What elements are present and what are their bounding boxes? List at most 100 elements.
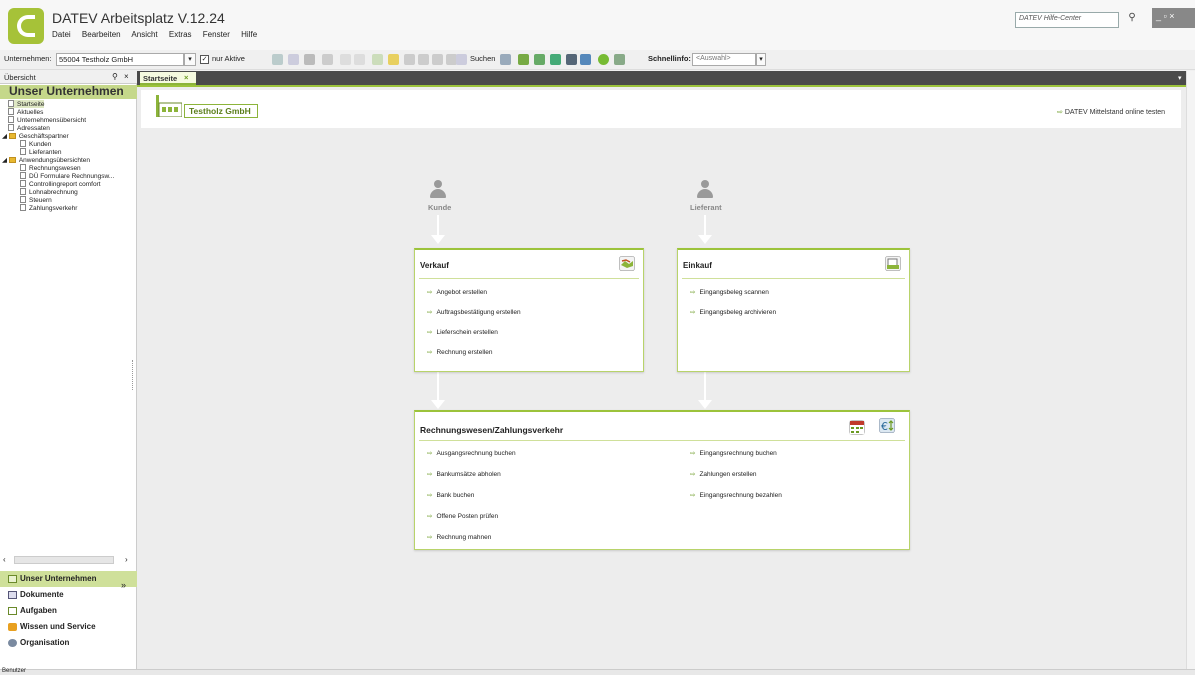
table-icon[interactable] <box>849 420 865 435</box>
nav-organisation[interactable]: Organisation <box>0 635 137 651</box>
menu-hilfe[interactable]: Hilfe <box>241 30 257 39</box>
link-eingangsbeleg-archivieren[interactable]: ⇨ Eingangsbeleg archivieren <box>690 308 776 316</box>
verkauf-panel: Verkauf ⇨ Angebot erstellen ⇨ Auftragsbest… <box>414 248 644 372</box>
link-rechnung-erstellen[interactable]: ⇨ Rechnung erstellen <box>427 348 492 356</box>
online-test-link[interactable]: ⇨ DATEV Mittelstand online testen <box>1057 108 1165 116</box>
arrow-right-icon: ⇨ <box>427 349 433 356</box>
section-title: Unser Unternehmen <box>9 84 124 98</box>
tree-icon[interactable] <box>388 54 399 65</box>
page-icon <box>8 124 14 131</box>
tree-item-adressaten[interactable]: Adressaten <box>8 124 50 132</box>
menu-fenster[interactable]: Fenster <box>203 30 230 39</box>
tree-item-lieferanten[interactable]: Lieferanten <box>20 148 62 156</box>
scrollbar-thumb[interactable] <box>14 556 114 564</box>
euro-transfer-icon[interactable]: € <box>879 418 895 433</box>
export-icon[interactable] <box>614 54 625 65</box>
nur-aktive-checkbox[interactable]: ✓ <box>200 55 209 64</box>
toolbar: Unternehmen: 55004 Testholz GmbH ▾ ✓ nur… <box>0 50 1195 70</box>
company-select[interactable]: 55004 Testholz GmbH <box>56 53 184 66</box>
help-icon[interactable] <box>598 54 609 65</box>
tree-item-aktuelles[interactable]: Aktuelles <box>8 108 43 116</box>
tree-item-due-formulare[interactable]: DÜ Formulare Rechnungsw... <box>20 172 114 180</box>
nav-wissen-und-service[interactable]: Wissen und Service <box>0 619 137 635</box>
left-panel: Übersicht ⚲ × Unser Unternehmen Startsei… <box>0 71 137 669</box>
save-icon[interactable] <box>304 54 315 65</box>
menu-extras[interactable]: Extras <box>169 30 192 39</box>
link-eingangsrechnung-bezahlen[interactable]: ⇨ Eingangsrechnung bezahlen <box>690 491 782 499</box>
chevron-down-icon[interactable]: ▾ <box>756 53 766 66</box>
help-search-input[interactable]: DATEV Hilfe-Center <box>1015 12 1119 28</box>
link-bank-buchen[interactable]: ⇨ Bank buchen <box>427 491 474 499</box>
menu-bar: Datei Bearbeiten Ansicht Extras Fenster … <box>52 30 266 39</box>
window-icon[interactable] <box>372 54 383 65</box>
chevron-down-icon[interactable]: ▾ <box>184 53 196 66</box>
link-bankumsaetze-abholen[interactable]: ⇨ Bankumsätze abholen <box>427 470 501 478</box>
scanner-icon[interactable] <box>885 256 901 271</box>
company-name-box: Testholz GmbH <box>184 104 258 118</box>
signpost-icon <box>8 623 17 631</box>
arrow-right-icon: ⇨ <box>690 450 696 457</box>
tree-item-steuern[interactable]: Steuern <box>20 196 52 204</box>
phone-icon[interactable] <box>500 54 511 65</box>
link-rechnung-mahnen[interactable]: ⇨ Rechnung mahnen <box>427 533 491 541</box>
page-icon <box>20 188 26 195</box>
search-icon[interactable]: ⚲ <box>1121 12 1143 28</box>
table-icon[interactable] <box>550 54 561 65</box>
sync-icon[interactable] <box>518 54 529 65</box>
link-eingangsrechnung-buchen[interactable]: ⇨ Eingangsrechnung buchen <box>690 449 777 457</box>
scroll-right-icon[interactable]: › <box>125 555 128 564</box>
arrow-down-icon <box>431 400 445 409</box>
menu-datei[interactable]: Datei <box>52 30 71 39</box>
link-lieferschein-erstellen[interactable]: ⇨ Lieferschein erstellen <box>427 328 498 336</box>
tree-item-unternehmensuebersicht[interactable]: Unternehmensübersicht <box>8 116 86 124</box>
nav-aufgaben[interactable]: Aufgaben <box>0 603 137 619</box>
horizontal-scrollbar[interactable]: ‹ › <box>0 555 137 565</box>
device-icon[interactable] <box>566 54 577 65</box>
customer-label: Kunde <box>428 203 452 212</box>
link-ausgangsrechnung-buchen[interactable]: ⇨ Ausgangsrechnung buchen <box>427 449 516 457</box>
link-offene-posten-pruefen[interactable]: ⇨ Offene Posten prüfen <box>427 512 498 520</box>
chart-icon[interactable] <box>534 54 545 65</box>
rechnungswesen-title: Rechnungswesen/Zahlungsverkehr <box>420 425 564 435</box>
link-angebot-erstellen[interactable]: ⇨ Angebot erstellen <box>427 288 487 296</box>
nav-unser-unternehmen[interactable]: Unser Unternehmen <box>0 571 137 587</box>
splitter-handle[interactable] <box>132 360 134 390</box>
close-icon[interactable]: × <box>184 73 188 82</box>
close-icon[interactable]: × <box>124 72 129 81</box>
search-icon[interactable] <box>456 54 467 65</box>
schnellinfo-select[interactable]: <Auswahl> <box>692 53 756 66</box>
nav-dokumente[interactable]: Dokumente <box>0 587 137 603</box>
list-icon[interactable] <box>404 54 415 65</box>
tree-item-zahlungsverkehr[interactable]: Zahlungsverkehr <box>20 204 77 212</box>
home-header <box>141 90 1181 128</box>
tree-item-anwendungsuebersichten[interactable]: ◢ Anwendungsübersichten <box>2 156 90 164</box>
monitor-icon[interactable] <box>580 54 591 65</box>
tree-item-kunden[interactable]: Kunden <box>20 140 51 148</box>
tree-item-geschaeftspartner[interactable]: ◢ Geschäftspartner <box>2 132 69 140</box>
details-icon[interactable] <box>418 54 429 65</box>
tree-item-controllingreport[interactable]: Controllingreport comfort <box>20 180 101 188</box>
print-icon[interactable] <box>272 54 283 65</box>
tree-item-rechnungswesen[interactable]: Rechnungswesen <box>20 164 81 172</box>
nav-more-chevron-icon[interactable]: » <box>121 580 126 590</box>
grid-icon[interactable] <box>432 54 443 65</box>
link-zahlungen-erstellen[interactable]: ⇨ Zahlungen erstellen <box>690 470 757 478</box>
link-auftragsbestaetigung-erstellen[interactable]: ⇨ Auftragsbestätigung erstellen <box>427 308 521 316</box>
tab-overflow-icon[interactable]: ▾ <box>1178 74 1182 82</box>
window-controls[interactable]: _ ▫ × <box>1152 8 1195 28</box>
tree-item-lohnabrechnung[interactable]: Lohnabrechnung <box>20 188 78 196</box>
scroll-left-icon[interactable]: ‹ <box>3 555 6 564</box>
pin-icon[interactable]: ⚲ <box>112 72 118 81</box>
tree-item-startseite[interactable]: Startseite <box>8 100 45 108</box>
suchen-button[interactable]: Suchen <box>470 54 495 63</box>
document-icon[interactable] <box>288 54 299 65</box>
link-eingangsbeleg-scannen[interactable]: ⇨ Eingangsbeleg scannen <box>690 288 769 296</box>
menu-ansicht[interactable]: Ansicht <box>131 30 157 39</box>
undo-icon[interactable] <box>340 54 351 65</box>
handshake-icon[interactable] <box>619 256 635 271</box>
right-edge-panel[interactable] <box>1186 71 1195 669</box>
tab-startseite[interactable]: Startseite × <box>140 72 196 85</box>
redo-icon[interactable] <box>354 54 365 65</box>
menu-bearbeiten[interactable]: Bearbeiten <box>82 30 121 39</box>
printer-icon[interactable] <box>322 54 333 65</box>
